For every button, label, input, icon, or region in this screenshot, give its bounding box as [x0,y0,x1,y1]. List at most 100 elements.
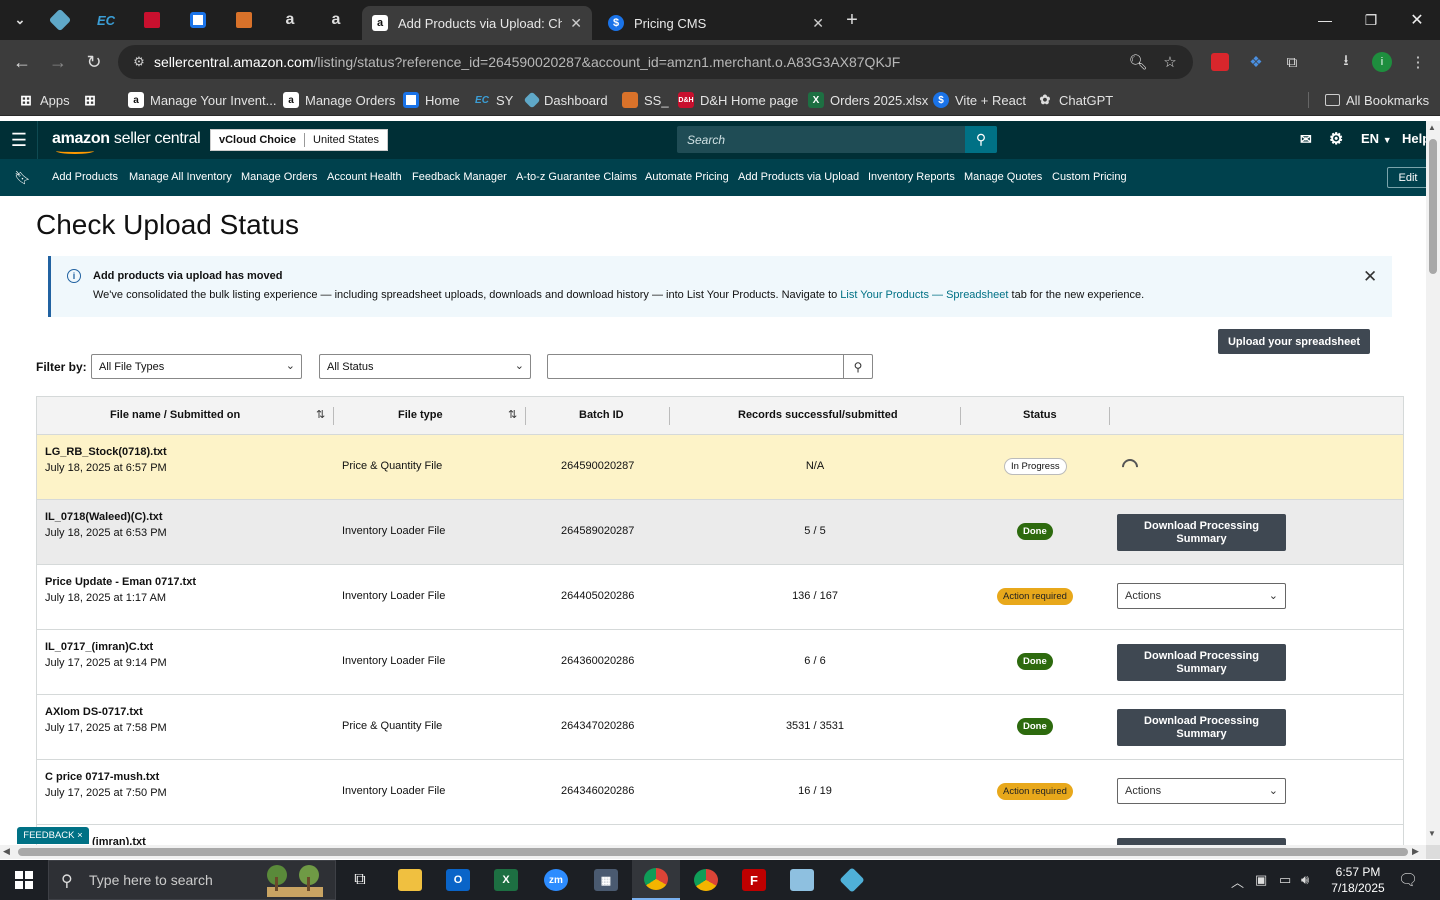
pinned-tab-dashboard-icon[interactable] [48,8,72,32]
vertical-scrollbar[interactable]: ▲ ▼ [1426,121,1440,845]
download-summary-button[interactable]: Download Processing Summary [1117,709,1286,746]
tab-add-products-upload[interactable]: a Add Products via Upload: Check ✕ [362,6,592,40]
outlook-icon[interactable]: O [434,860,482,900]
search-icon[interactable]: ⚲ [965,126,997,153]
pinned-tab-dh-icon[interactable] [140,8,164,32]
chrome-profile-icon[interactable] [682,860,730,900]
network-icon[interactable]: ▭ [1279,872,1291,888]
nav-automate-pricing[interactable]: Automate Pricing [645,171,729,183]
profile-avatar-icon[interactable]: i [1370,50,1394,74]
volume-icon[interactable]: 🔊︎ [1301,872,1309,888]
download-icon[interactable]: ⭳ [1334,50,1358,74]
bookmark-orders-xlsx[interactable]: X Orders 2025.xlsx [808,91,928,109]
nav-add-products-upload[interactable]: Add Products via Upload [738,171,859,183]
bookmark-vite-react[interactable]: $ Vite + React [933,91,1026,109]
pinned-tab-ec-icon[interactable]: EC [94,8,118,32]
excel-icon[interactable]: X [482,860,530,900]
bookmark-sy[interactable]: EC SY [474,91,513,109]
zoom-search-icon[interactable]: 🔍︎ [1126,50,1150,74]
search-icon[interactable]: ⚲ [843,355,872,378]
bookmark-home[interactable]: Home [403,91,460,109]
bookmark-dashboard[interactable]: Dashboard [523,91,608,109]
horizontal-scroll-thumb[interactable] [18,848,1408,856]
nav-manage-orders[interactable]: Manage Orders [241,171,317,183]
nav-manage-all-inventory[interactable]: Manage All Inventory [129,171,232,183]
bookmark-ss[interactable]: SS_ [622,91,669,109]
close-banner-icon[interactable]: ✕ [1363,267,1377,287]
restore-icon[interactable]: ❐ [1348,0,1394,40]
settings-gear-icon[interactable]: ⚙ [1329,129,1343,149]
nav-manage-quotes[interactable]: Manage Quotes [964,171,1042,183]
all-bookmarks[interactable]: All Bookmarks [1325,91,1429,109]
tab-search-chevron-icon[interactable]: ⌄ [8,8,32,32]
notepad-icon[interactable] [778,860,826,900]
nav-atoz-claims[interactable]: A-to-z Guarantee Claims [516,171,637,183]
system-clock[interactable]: 6:57 PM 7/18/2025 [1318,864,1398,896]
sort-icon[interactable]: ⇅ [316,408,325,421]
tray-meet-icon[interactable]: ▣ [1255,872,1267,888]
chrome-icon[interactable] [632,860,680,900]
language-selector[interactable]: EN ▼ [1361,131,1392,146]
status-select[interactable]: All Status ⌄ [319,354,531,379]
pinned-tab-ss-icon[interactable] [232,8,256,32]
sort-icon[interactable]: ⇅ [508,408,517,421]
scroll-right-icon[interactable]: ▶ [1412,846,1419,857]
horizontal-scrollbar[interactable]: ◀ ▶ [0,845,1426,859]
scroll-left-icon[interactable]: ◀ [3,846,10,857]
minimize-icon[interactable]: — [1302,0,1348,40]
bookmark-chatgpt[interactable]: ✿ ChatGPT [1037,91,1114,109]
bookmark-grid[interactable]: ⊞ [82,91,104,109]
bookmark-apps[interactable]: ⊞ Apps [18,91,70,109]
tray-chevron-icon[interactable]: ︿ [1231,872,1244,891]
tab-pricing-cms[interactable]: $ Pricing CMS ✕ [598,6,834,40]
back-arrow-icon[interactable]: ← [10,50,34,74]
edit-nav-button[interactable]: Edit [1387,167,1429,188]
notifications-icon[interactable]: 🗨︎ [1398,870,1418,890]
account-switcher[interactable]: vCloud Choice United States [210,129,389,151]
window-close-icon[interactable]: ✕ [1394,0,1440,40]
filter-search-input[interactable]: ⚲ [547,354,873,379]
feedback-button[interactable]: FEEDBACK × [17,827,89,844]
calculator-icon[interactable]: ▦ [582,860,630,900]
zoom-icon[interactable]: zm [532,860,580,900]
nav-custom-pricing[interactable]: Custom Pricing [1052,171,1127,183]
hamburger-menu-icon[interactable]: ☰ [8,130,30,150]
close-tab-icon[interactable]: ✕ [570,15,582,32]
pinned-tab-amazon-icon[interactable]: a [278,8,302,32]
pinned-tab-home-icon[interactable] [186,8,210,32]
file-explorer-icon[interactable] [386,860,434,900]
address-bar[interactable]: ⚙ sellercentral.amazon.com/listing/statu… [118,45,1193,79]
site-settings-icon[interactable]: ⚙ [124,54,154,70]
filezilla-icon[interactable]: F [730,860,778,900]
list-your-products-link[interactable]: List Your Products — Spreadsheet [840,289,1008,301]
bookmark-star-icon[interactable]: ☆ [1158,50,1182,74]
col-file-type[interactable]: File type [398,409,443,421]
app-diamond-icon[interactable] [828,860,876,900]
upload-spreadsheet-button[interactable]: Upload your spreadsheet [1218,329,1370,354]
taskbar-search-input[interactable]: ⚲ Type here to search [48,860,336,900]
nav-feedback-manager[interactable]: Feedback Manager [412,171,507,183]
nav-inventory-reports[interactable]: Inventory Reports [868,171,955,183]
download-summary-button[interactable]: Download Processing Summary [1117,514,1286,551]
pinned-tab-amazon-2-icon[interactable]: a [324,8,348,32]
task-view-icon[interactable]: ⧉ [336,860,384,900]
reload-icon[interactable]: ↻ [82,50,106,74]
mail-icon[interactable]: ✉ [1300,131,1312,148]
bookmark-dh-home[interactable]: D&H D&H Home page [678,91,798,109]
forward-arrow-icon[interactable]: → [46,50,70,74]
nav-add-products[interactable]: Add Products [52,171,118,183]
seller-central-logo[interactable]: amazon seller central [52,130,201,148]
close-tab-icon[interactable]: ✕ [812,15,824,32]
seller-search-input[interactable]: Search ⚲ [677,126,997,153]
file-type-select[interactable]: All File Types ⌄ [91,354,302,379]
bookmark-manage-orders[interactable]: a Manage Orders [283,91,395,109]
actions-dropdown[interactable]: Actions ⌄ [1117,583,1286,609]
windows-start-icon[interactable] [0,860,48,900]
download-summary-button[interactable]: Download Processing Summary [1117,644,1286,681]
extensions-puzzle-icon[interactable]: ⧉ [1280,50,1304,74]
actions-dropdown[interactable]: Actions ⌄ [1117,778,1286,804]
scroll-up-icon[interactable]: ▲ [1428,123,1436,132]
bookmark-pin-icon[interactable]: 🔖︎ [14,170,31,186]
bookmark-manage-inventory[interactable]: a Manage Your Invent... [128,91,276,109]
nav-account-health[interactable]: Account Health [327,171,402,183]
